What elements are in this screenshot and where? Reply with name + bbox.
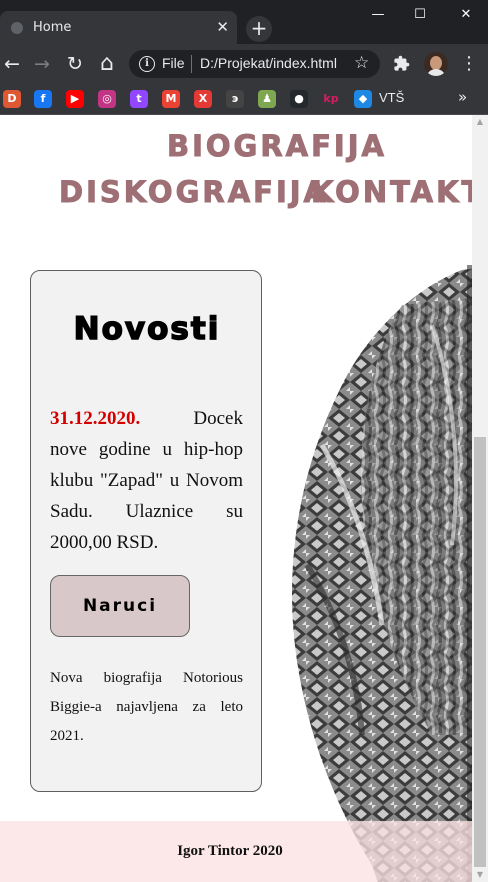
github-icon[interactable]: ● (290, 90, 308, 108)
scrollbar-thumb[interactable] (474, 437, 486, 867)
news-text: Docek nove godine u hip-hop klubu "Zapad… (50, 408, 243, 553)
footer: Igor Tintor 2020 (0, 821, 472, 882)
gmail-icon[interactable]: M (162, 90, 180, 108)
scheme-label: File (162, 55, 185, 71)
youtube-icon[interactable]: ▶ (66, 90, 84, 108)
minimize-button[interactable]: — (358, 4, 398, 26)
kinopoisk-icon[interactable]: kp (322, 90, 340, 108)
avatar-shirt (426, 69, 446, 76)
footer-text: Igor Tintor 2020 (177, 843, 283, 859)
address-bar[interactable]: i File D:/Projekat/index.html ☆ (129, 50, 380, 78)
forward-button[interactable]: → (30, 52, 54, 76)
page-viewport: Biografija Diskografija Kontakt Novosti … (0, 115, 472, 882)
hero-image (292, 265, 472, 882)
puzzle-icon[interactable] (393, 55, 410, 72)
home-button[interactable]: ⌂ (95, 52, 119, 76)
bookmark-vts-label[interactable]: VTŠ (379, 90, 404, 105)
bookmark-star-icon[interactable]: ☆ (354, 53, 369, 73)
news-title: Novosti (73, 310, 221, 348)
bookmarks-overflow-icon[interactable]: » (458, 88, 467, 106)
back-button[interactable]: ← (0, 52, 24, 76)
tab-title: Home (33, 20, 72, 35)
avatar-face (430, 56, 442, 70)
address-divider (191, 55, 192, 73)
chess-icon[interactable]: ♟ (258, 90, 276, 108)
news-card: Novosti 31.12.2020. Docek nove godine u … (30, 270, 262, 792)
vts-icon[interactable]: ◆ (354, 90, 372, 108)
browser-menu-icon[interactable]: ⋮ (460, 52, 478, 76)
browser-toolbar: ← → ↻ ⌂ i File D:/Projekat/index.html ☆ … (0, 44, 488, 84)
new-tab-button[interactable]: + (246, 16, 272, 42)
facebook-icon[interactable]: f (34, 90, 52, 108)
tab-strip: Home ✕ + — ☐ ✕ (0, 0, 488, 44)
maximize-button[interactable]: ☐ (400, 4, 440, 26)
news-item: 31.12.2020. Docek nove godine u hip-hop … (50, 403, 243, 558)
bookmark-8-icon[interactable]: э (226, 90, 244, 108)
nav-kontakt[interactable]: Kontakt (310, 175, 472, 210)
reload-button[interactable]: ↻ (63, 52, 87, 76)
close-window-button[interactable]: ✕ (446, 4, 486, 26)
bookmarks-bar: Df ▶ ◎ t M Xэ ♟ ● kp ◆ VTŠ » (0, 84, 488, 115)
globe-icon (11, 22, 23, 34)
nav-diskografija[interactable]: Diskografija (59, 175, 329, 210)
profile-avatar[interactable] (424, 52, 448, 76)
order-button[interactable]: Naruci (50, 575, 190, 637)
news-date: 31.12.2020. (50, 408, 141, 429)
url-text[interactable]: D:/Projekat/index.html (200, 55, 337, 71)
info-icon[interactable]: i (139, 56, 155, 72)
duckduckgo-icon[interactable]: D (3, 90, 21, 108)
news-note: Nova biografija Notorious Biggie-a najav… (50, 670, 243, 744)
x-icon[interactable]: X (194, 90, 212, 108)
tab-home[interactable]: Home ✕ (0, 11, 237, 44)
instagram-icon[interactable]: ◎ (98, 90, 116, 108)
close-tab-icon[interactable]: ✕ (216, 17, 229, 37)
nav-biografija[interactable]: Biografija (167, 129, 387, 164)
page-scrollbar[interactable]: ▲ ▼ (472, 115, 488, 882)
scroll-up-icon[interactable]: ▲ (472, 115, 488, 129)
twitch-icon[interactable]: t (130, 90, 148, 108)
scroll-down-icon[interactable]: ▼ (472, 868, 488, 882)
